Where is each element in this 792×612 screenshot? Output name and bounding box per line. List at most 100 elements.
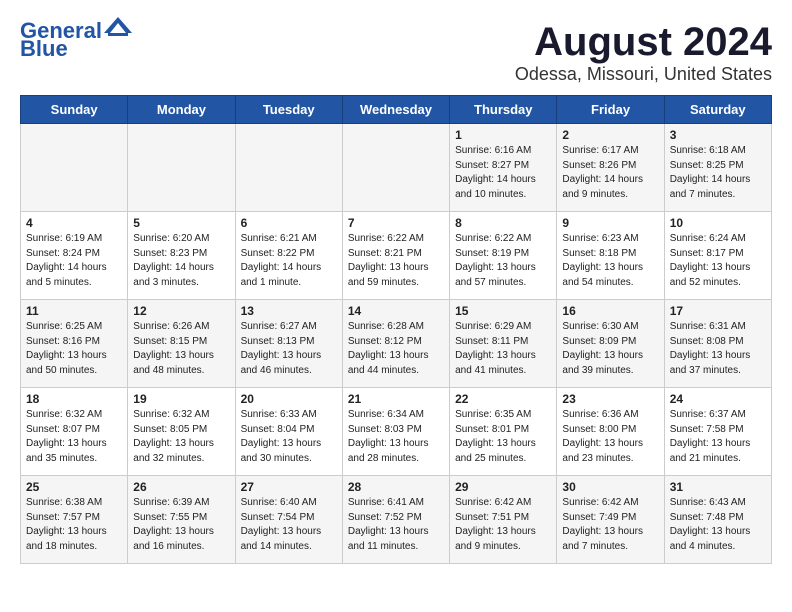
day-number: 2 (562, 128, 658, 142)
calendar-cell: 6 Sunrise: 6:21 AM Sunset: 8:22 PM Daylig… (235, 212, 342, 300)
header: General Blue August 2024 Odessa, Missour… (20, 20, 772, 85)
day-number: 10 (670, 216, 766, 230)
day-number: 21 (348, 392, 444, 406)
calendar-week-3: 11Sunrise: 6:25 AM Sunset: 8:16 PM Dayli… (21, 300, 772, 388)
calendar-cell: 4 Sunrise: 6:19 AM Sunset: 8:24 PM Daylig… (21, 212, 128, 300)
calendar-cell: 19Sunrise: 6:32 AM Sunset: 8:05 PM Dayli… (128, 388, 235, 476)
day-info: Sunrise: 6:43 AM Sunset: 7:48 PM Dayligh… (670, 496, 766, 554)
day-number: 3 (670, 128, 766, 142)
calendar-cell: 30Sunrise: 6:42 AM Sunset: 7:49 PM Dayli… (557, 476, 664, 564)
day-info: Sunrise: 6:24 AM Sunset: 8:17 PM Dayligh… (670, 232, 766, 290)
day-number: 9 (562, 216, 658, 230)
calendar-cell: 20 Sunrise: 6:33 AM Sunset: 8:04 PM Dayli… (235, 388, 342, 476)
day-number: 7 (348, 216, 444, 230)
calendar-cell: 21 Sunrise: 6:34 AM Sunset: 8:03 PM Dayli… (342, 388, 449, 476)
calendar-header-row: SundayMondayTuesdayWednesdayThursdayFrid… (21, 96, 772, 124)
day-number: 13 (241, 304, 337, 318)
day-number: 23 (562, 392, 658, 406)
day-number: 15 (455, 304, 551, 318)
calendar-cell: 11Sunrise: 6:25 AM Sunset: 8:16 PM Dayli… (21, 300, 128, 388)
day-info: Sunrise: 6:25 AM Sunset: 8:16 PM Dayligh… (26, 320, 122, 378)
day-number: 1 (455, 128, 551, 142)
day-number: 24 (670, 392, 766, 406)
day-number: 5 (133, 216, 229, 230)
day-info: Sunrise: 6:35 AM Sunset: 8:01 PM Dayligh… (455, 408, 551, 466)
day-number: 8 (455, 216, 551, 230)
day-info: Sunrise: 6:39 AM Sunset: 7:55 PM Dayligh… (133, 496, 229, 554)
page-title: August 2024 (515, 20, 772, 64)
calendar-week-5: 25 Sunrise: 6:38 AM Sunset: 7:57 PM Dayli… (21, 476, 772, 564)
calendar-cell: 8 Sunrise: 6:22 AM Sunset: 8:19 PM Daylig… (450, 212, 557, 300)
day-info: Sunrise: 6:38 AM Sunset: 7:57 PM Dayligh… (26, 496, 122, 554)
day-header-tuesday: Tuesday (235, 96, 342, 124)
day-info: Sunrise: 6:20 AM Sunset: 8:23 PM Dayligh… (133, 232, 229, 290)
calendar-cell (235, 124, 342, 212)
day-header-sunday: Sunday (21, 96, 128, 124)
day-number: 20 (241, 392, 337, 406)
day-number: 28 (348, 480, 444, 494)
calendar-cell: 14 Sunrise: 6:28 AM Sunset: 8:12 PM Dayli… (342, 300, 449, 388)
day-info: Sunrise: 6:26 AM Sunset: 8:15 PM Dayligh… (133, 320, 229, 378)
day-header-friday: Friday (557, 96, 664, 124)
calendar-cell (21, 124, 128, 212)
day-info: Sunrise: 6:17 AM Sunset: 8:26 PM Dayligh… (562, 144, 658, 202)
calendar-cell: 28 Sunrise: 6:41 AM Sunset: 7:52 PM Dayli… (342, 476, 449, 564)
calendar-cell: 27Sunrise: 6:40 AM Sunset: 7:54 PM Dayli… (235, 476, 342, 564)
day-number: 25 (26, 480, 122, 494)
day-number: 6 (241, 216, 337, 230)
calendar-cell: 12 Sunrise: 6:26 AM Sunset: 8:15 PM Dayli… (128, 300, 235, 388)
day-header-monday: Monday (128, 96, 235, 124)
logo-blue: Blue (20, 38, 68, 60)
day-info: Sunrise: 6:21 AM Sunset: 8:22 PM Dayligh… (241, 232, 337, 290)
title-area: August 2024 Odessa, Missouri, United Sta… (515, 20, 772, 85)
calendar-cell: 7Sunrise: 6:22 AM Sunset: 8:21 PM Daylig… (342, 212, 449, 300)
calendar-cell (342, 124, 449, 212)
day-info: Sunrise: 6:34 AM Sunset: 8:03 PM Dayligh… (348, 408, 444, 466)
calendar-cell: 25 Sunrise: 6:38 AM Sunset: 7:57 PM Dayli… (21, 476, 128, 564)
day-header-saturday: Saturday (664, 96, 771, 124)
logo: General Blue (20, 20, 132, 60)
calendar-cell: 1 Sunrise: 6:16 AM Sunset: 8:27 PM Daylig… (450, 124, 557, 212)
calendar-cell: 29 Sunrise: 6:42 AM Sunset: 7:51 PM Dayli… (450, 476, 557, 564)
calendar-cell: 17 Sunrise: 6:31 AM Sunset: 8:08 PM Dayli… (664, 300, 771, 388)
calendar-week-1: 1 Sunrise: 6:16 AM Sunset: 8:27 PM Daylig… (21, 124, 772, 212)
logo-icon (104, 17, 132, 37)
day-header-wednesday: Wednesday (342, 96, 449, 124)
day-info: Sunrise: 6:22 AM Sunset: 8:19 PM Dayligh… (455, 232, 551, 290)
calendar-cell: 31 Sunrise: 6:43 AM Sunset: 7:48 PM Dayli… (664, 476, 771, 564)
day-info: Sunrise: 6:27 AM Sunset: 8:13 PM Dayligh… (241, 320, 337, 378)
day-number: 12 (133, 304, 229, 318)
day-number: 18 (26, 392, 122, 406)
day-number: 16 (562, 304, 658, 318)
day-number: 4 (26, 216, 122, 230)
day-info: Sunrise: 6:32 AM Sunset: 8:05 PM Dayligh… (133, 408, 229, 466)
day-info: Sunrise: 6:29 AM Sunset: 8:11 PM Dayligh… (455, 320, 551, 378)
day-info: Sunrise: 6:28 AM Sunset: 8:12 PM Dayligh… (348, 320, 444, 378)
calendar-cell: 10 Sunrise: 6:24 AM Sunset: 8:17 PM Dayli… (664, 212, 771, 300)
day-header-thursday: Thursday (450, 96, 557, 124)
day-info: Sunrise: 6:19 AM Sunset: 8:24 PM Dayligh… (26, 232, 122, 290)
day-info: Sunrise: 6:42 AM Sunset: 7:51 PM Dayligh… (455, 496, 551, 554)
day-info: Sunrise: 6:23 AM Sunset: 8:18 PM Dayligh… (562, 232, 658, 290)
calendar-week-4: 18 Sunrise: 6:32 AM Sunset: 8:07 PM Dayli… (21, 388, 772, 476)
day-info: Sunrise: 6:16 AM Sunset: 8:27 PM Dayligh… (455, 144, 551, 202)
day-info: Sunrise: 6:31 AM Sunset: 8:08 PM Dayligh… (670, 320, 766, 378)
calendar-cell: 3 Sunrise: 6:18 AM Sunset: 8:25 PM Daylig… (664, 124, 771, 212)
day-number: 22 (455, 392, 551, 406)
day-info: Sunrise: 6:32 AM Sunset: 8:07 PM Dayligh… (26, 408, 122, 466)
day-number: 29 (455, 480, 551, 494)
calendar-cell: 16Sunrise: 6:30 AM Sunset: 8:09 PM Dayli… (557, 300, 664, 388)
calendar-cell: 22 Sunrise: 6:35 AM Sunset: 8:01 PM Dayli… (450, 388, 557, 476)
day-info: Sunrise: 6:41 AM Sunset: 7:52 PM Dayligh… (348, 496, 444, 554)
day-number: 31 (670, 480, 766, 494)
day-number: 14 (348, 304, 444, 318)
calendar-body: 1 Sunrise: 6:16 AM Sunset: 8:27 PM Daylig… (21, 124, 772, 564)
calendar-cell: 24Sunrise: 6:37 AM Sunset: 7:58 PM Dayli… (664, 388, 771, 476)
day-number: 17 (670, 304, 766, 318)
day-info: Sunrise: 6:33 AM Sunset: 8:04 PM Dayligh… (241, 408, 337, 466)
calendar-cell: 23Sunrise: 6:36 AM Sunset: 8:00 PM Dayli… (557, 388, 664, 476)
day-info: Sunrise: 6:18 AM Sunset: 8:25 PM Dayligh… (670, 144, 766, 202)
calendar-cell: 2 Sunrise: 6:17 AM Sunset: 8:26 PM Daylig… (557, 124, 664, 212)
calendar-cell: 15 Sunrise: 6:29 AM Sunset: 8:11 PM Dayli… (450, 300, 557, 388)
calendar-week-2: 4 Sunrise: 6:19 AM Sunset: 8:24 PM Daylig… (21, 212, 772, 300)
